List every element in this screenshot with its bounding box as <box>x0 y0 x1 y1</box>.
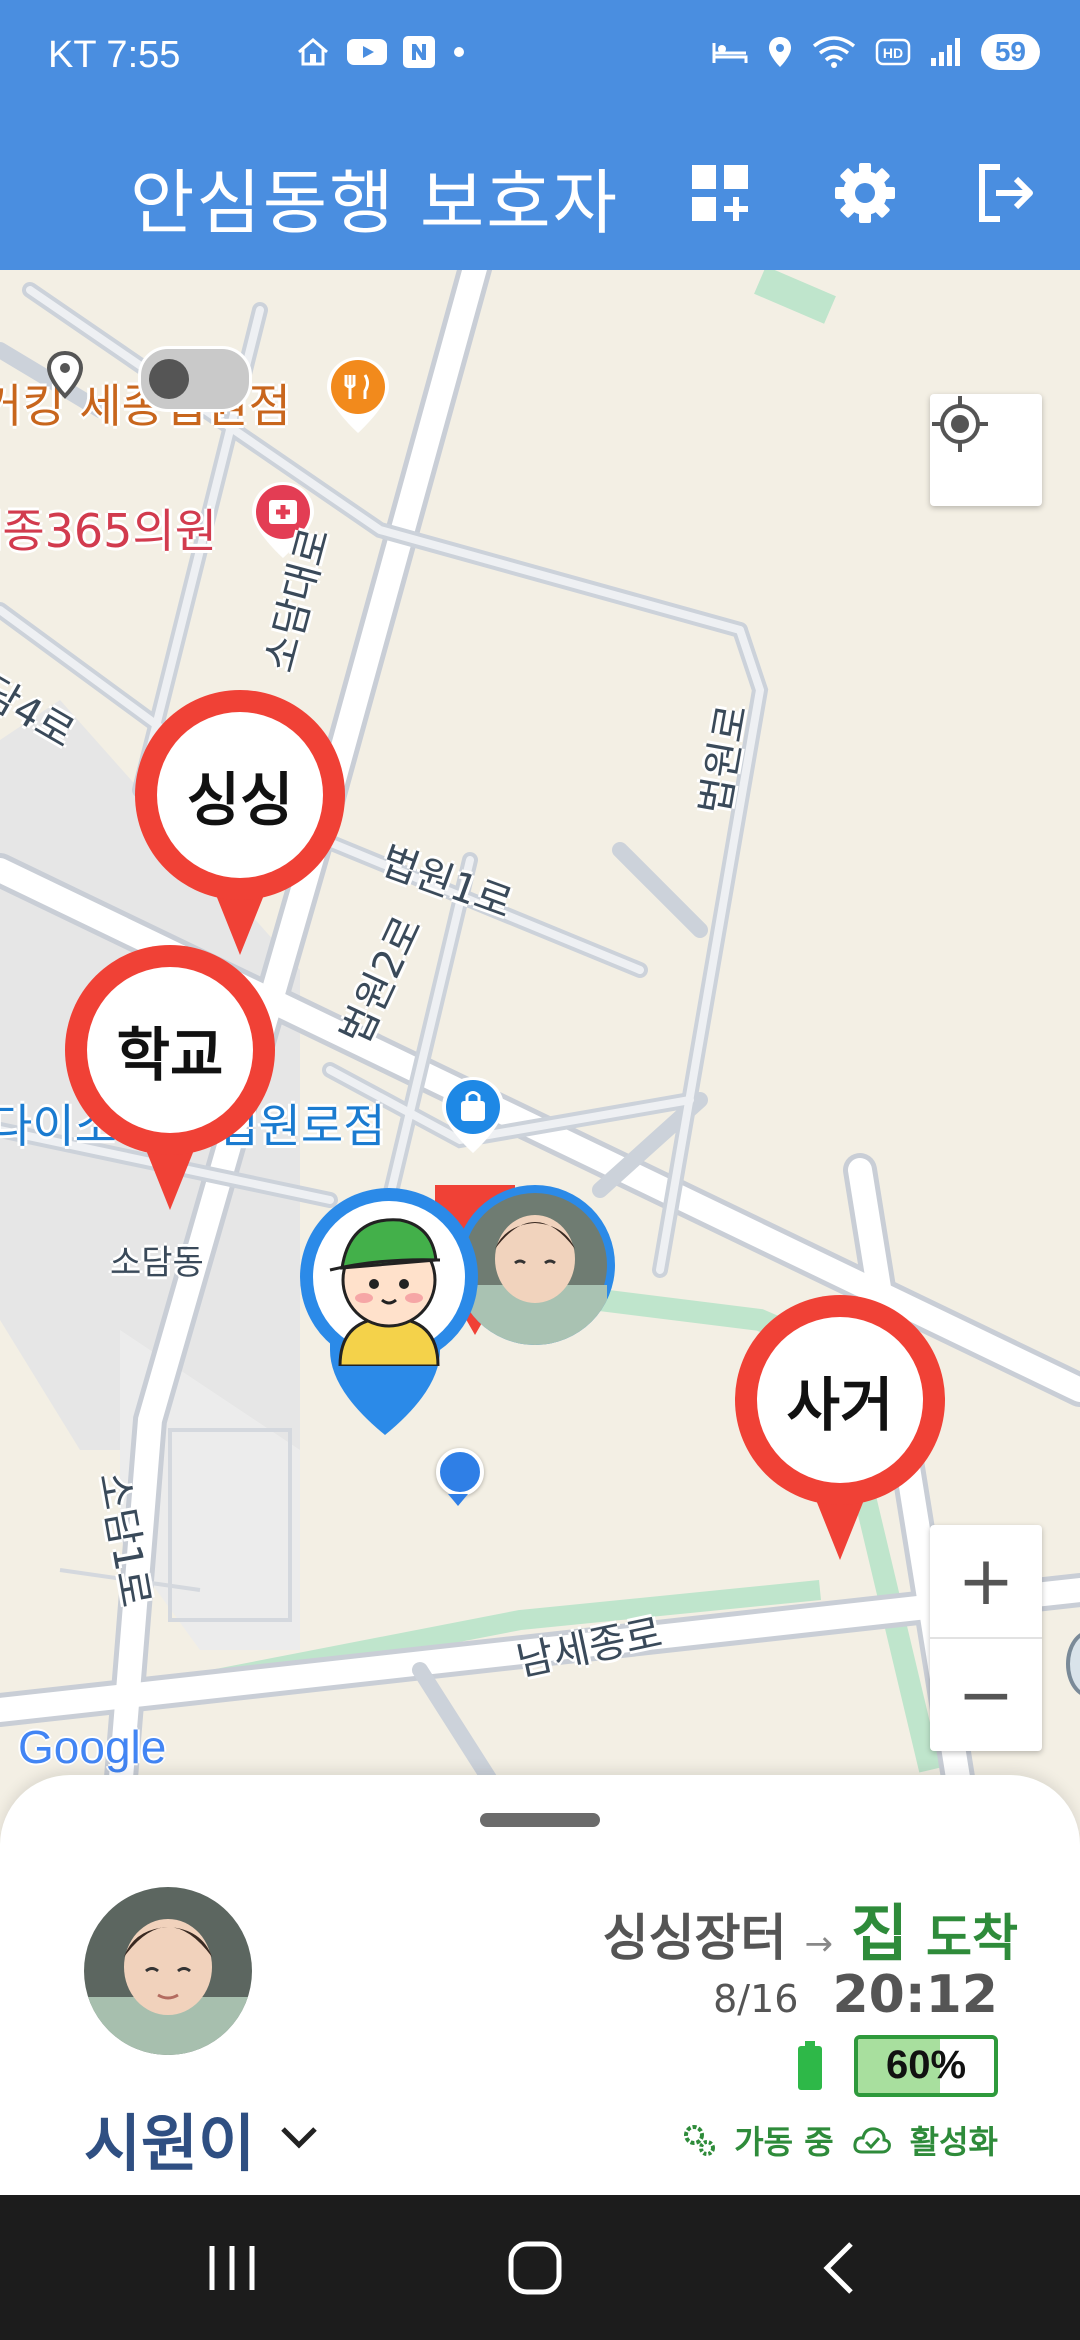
sheet-drag-handle[interactable] <box>480 1813 600 1827</box>
battery-indicator: 59 <box>980 34 1040 70</box>
status-bar: KT 7:55 HD 59 <box>0 0 1080 115</box>
gears-icon <box>684 2125 716 2156</box>
place-pin-intersection[interactable]: 사거 <box>735 1295 945 1565</box>
map-toggle-switch[interactable] <box>138 346 252 412</box>
device-status: 가동 중 활성화 <box>682 2117 998 2163</box>
zoom-in-button[interactable]: + <box>930 1525 1042 1639</box>
status-running: 가동 중 <box>734 2123 834 2161</box>
wifi-icon <box>812 36 855 68</box>
logout-button[interactable] <box>966 153 1046 233</box>
recent-apps-button[interactable] <box>200 2240 264 2296</box>
settings-button[interactable] <box>825 153 905 233</box>
child-photo <box>84 1887 252 2055</box>
place-pin-school[interactable]: 학교 <box>65 945 275 1215</box>
zoom-controls: + − <box>930 1525 1042 1751</box>
child-photo <box>463 1193 607 1345</box>
status-active: 활성화 <box>909 2123 998 2161</box>
guardian-avatar-marker[interactable] <box>300 1188 478 1366</box>
toggle-knob <box>149 359 189 399</box>
battery-percent: 60% <box>885 2043 967 2087</box>
my-location-button[interactable] <box>930 394 1042 506</box>
add-widget-button[interactable] <box>680 153 760 233</box>
app-title: 안심동행 보호자 <box>130 162 620 244</box>
poi-clinic-label[interactable]: 세종365의원 <box>0 495 217 561</box>
back-button[interactable] <box>815 2240 865 2296</box>
place-pin-label: 싱싱 <box>157 712 323 878</box>
naver-icon <box>403 36 435 68</box>
signal-icon <box>930 38 960 66</box>
add-widget-icon <box>692 165 748 221</box>
google-attribution: Google <box>18 1721 167 1773</box>
home-icon <box>298 38 328 66</box>
youtube-icon <box>347 39 387 65</box>
restaurant-icon[interactable] <box>325 355 391 435</box>
child-name: 시원이 <box>84 2107 256 2180</box>
map-view[interactable]: 거킹 세종법원점 세종365의원 다이소 세종법원로점 담4로 소담대로 법원로… <box>0 270 1080 1780</box>
route-status: 싱싱장터 → 집 도착 <box>602 1883 1018 1973</box>
location-icon <box>768 37 791 67</box>
place-pin-singsing[interactable]: 싱싱 <box>135 690 345 960</box>
boy-avatar-icon <box>313 1201 465 1366</box>
device-battery: 60% <box>796 2035 998 2097</box>
route-to: 집 <box>850 1897 908 1970</box>
battery-percent-box: 60% <box>854 2035 998 2097</box>
route-arrow: → <box>804 1924 833 1964</box>
hd-icon: HD <box>875 38 911 66</box>
route-arrival-status: 도착 <box>926 1909 1018 1967</box>
arrival-datetime: 8/16 20:12 <box>713 1965 998 2025</box>
place-pin-label: 사거 <box>757 1317 923 1483</box>
current-location-dot <box>436 1448 484 1496</box>
pin-outline-icon <box>46 350 84 399</box>
bottom-sheet[interactable]: 시원이 싱싱장터 → 집 도착 8/16 20:12 60% 가동 중 활성화 <box>0 1775 1080 2195</box>
home-button[interactable] <box>505 2240 565 2296</box>
carrier-time: KT 7:55 <box>48 34 181 76</box>
arrival-date: 8/16 <box>713 1977 799 2021</box>
battery-icon <box>798 2041 822 2090</box>
system-nav-bar <box>0 2195 1080 2340</box>
heading-arrow-icon <box>448 1494 468 1506</box>
logout-icon <box>979 164 1033 222</box>
child-profile-avatar[interactable] <box>84 1887 252 2055</box>
bed-icon <box>712 43 748 63</box>
place-pin-label: 학교 <box>87 967 253 1133</box>
cloud-check-icon <box>853 2127 891 2154</box>
settings-icon <box>835 163 895 223</box>
app-bar: 안심동행 보호자 <box>0 115 1080 270</box>
chevron-down-icon <box>281 2127 317 2149</box>
route-from: 싱싱장터 <box>602 1909 787 1967</box>
road-label: 소담동 <box>110 1243 204 1283</box>
svg-text:HD: HD <box>883 45 903 61</box>
my-location-icon <box>932 396 988 452</box>
dot-icon <box>454 47 464 57</box>
child-selector[interactable]: 시원이 <box>84 2093 319 2183</box>
zoom-out-button[interactable]: − <box>930 1639 1042 1751</box>
arrival-time: 20:12 <box>832 1965 998 2025</box>
shopping-icon[interactable] <box>440 1075 506 1155</box>
child-avatar-marker[interactable] <box>455 1185 615 1345</box>
